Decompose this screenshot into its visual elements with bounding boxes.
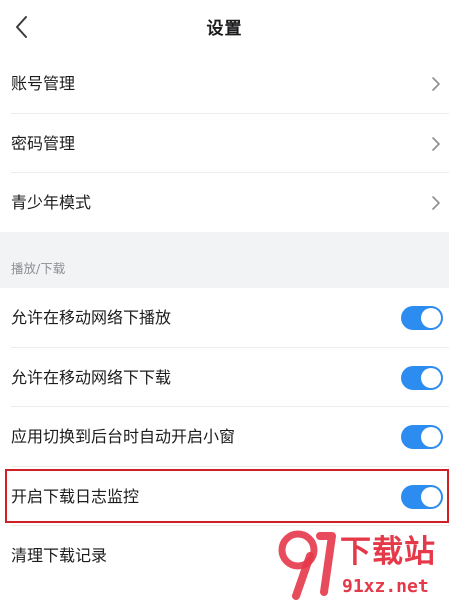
section-title-playback: 播放/下载: [11, 261, 66, 276]
settings-item-label: 开启下载日志监控: [11, 486, 140, 506]
toggle-knob: [421, 486, 441, 507]
settings-item-mobile-play: 允许在移动网络下播放: [0, 288, 449, 348]
settings-item-password[interactable]: 密码管理: [0, 114, 449, 173]
chevron-right-icon: [432, 77, 440, 91]
mobile-download-toggle[interactable]: [401, 365, 443, 390]
top-bar: 设置: [0, 0, 449, 54]
settings-item-label: 允许在移动网络下下载: [11, 367, 172, 387]
toggle-knob: [421, 308, 441, 328]
watermark-title: 下载站: [340, 534, 436, 570]
account-settings-group: 账号管理 密码管理 青少年模式: [0, 54, 449, 232]
settings-item-account[interactable]: 账号管理: [0, 54, 449, 114]
mini-window-toggle[interactable]: [401, 425, 443, 449]
watermark-logo-icon: [278, 530, 336, 600]
settings-item-download-log: 开启下载日志监控: [0, 467, 449, 526]
page-title: 设置: [206, 19, 243, 39]
settings-item-label: 账号管理: [11, 74, 76, 93]
chevron-right-icon: [432, 196, 440, 210]
watermark-url: 91xz.net: [342, 576, 429, 597]
settings-item-label: 青少年模式: [11, 193, 92, 212]
toggle-knob: [421, 427, 441, 447]
settings-item-label: 允许在移动网络下播放: [11, 308, 172, 327]
settings-item-mobile-download: 允许在移动网络下下载: [0, 348, 449, 407]
settings-item-teen-mode[interactable]: 青少年模式: [0, 173, 449, 233]
settings-item-label: 应用切换到后台时自动开启小窗: [11, 427, 236, 446]
watermark: 下载站 91xz.net: [276, 522, 448, 604]
toggle-knob: [421, 367, 441, 388]
settings-item-mini-window: 应用切换到后台时自动开启小窗: [0, 407, 449, 467]
chevron-right-icon: [432, 136, 440, 151]
download-log-toggle[interactable]: [401, 484, 443, 509]
settings-item-label: 密码管理: [11, 133, 76, 153]
settings-item-label: 清理下载记录: [11, 546, 108, 565]
mobile-play-toggle[interactable]: [401, 306, 443, 330]
